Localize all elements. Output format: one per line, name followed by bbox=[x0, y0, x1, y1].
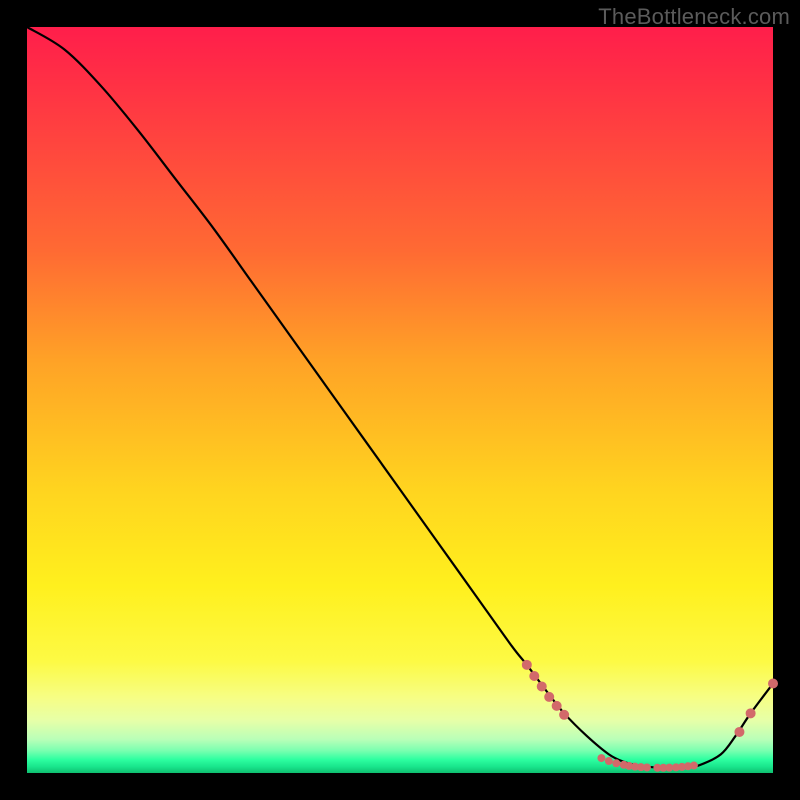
data-marker bbox=[559, 710, 569, 720]
data-markers bbox=[522, 660, 778, 772]
data-marker bbox=[746, 708, 756, 718]
data-marker bbox=[734, 727, 744, 737]
data-marker bbox=[597, 754, 605, 762]
data-marker bbox=[612, 759, 620, 767]
data-marker bbox=[768, 678, 778, 688]
plot-area bbox=[27, 27, 773, 773]
data-marker bbox=[544, 692, 554, 702]
data-marker bbox=[537, 681, 547, 691]
chart-svg bbox=[27, 27, 773, 773]
data-marker bbox=[643, 763, 651, 771]
data-marker bbox=[522, 660, 532, 670]
data-marker bbox=[605, 757, 613, 765]
bottleneck-curve bbox=[27, 27, 773, 768]
data-marker bbox=[552, 701, 562, 711]
data-marker bbox=[529, 671, 539, 681]
chart-stage: TheBottleneck.com bbox=[0, 0, 800, 800]
data-marker bbox=[690, 762, 698, 770]
